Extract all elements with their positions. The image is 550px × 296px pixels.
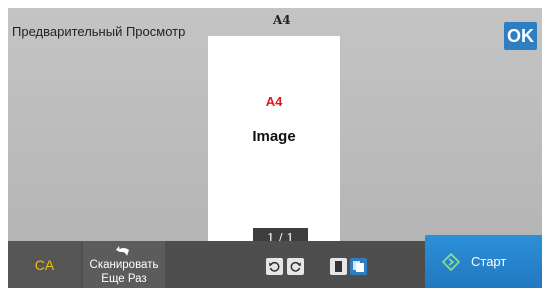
ca-button[interactable]: CA: [8, 241, 81, 288]
rotate-left-icon[interactable]: [266, 258, 283, 275]
diamond-start-icon: [441, 252, 461, 276]
page-type-text: Image: [252, 128, 296, 145]
multi-page-icon[interactable]: [350, 258, 367, 275]
start-label: Старт: [471, 254, 507, 269]
rescan-label-line1: Сканировать: [89, 259, 159, 271]
preview-page[interactable]: A4 Image: [208, 36, 340, 248]
rotate-right-icon[interactable]: [287, 258, 304, 275]
bottom-bar: CA Сканировать Еще Раз Старт: [8, 235, 542, 288]
rescan-button[interactable]: Сканировать Еще Раз: [83, 241, 165, 288]
preview-screen: Предварительный Просмотр OK A4 A4 Image …: [8, 8, 542, 288]
page-size-text: A4: [265, 94, 283, 109]
rescan-label-line2: Еще Раз: [101, 273, 147, 285]
start-button[interactable]: Старт: [425, 235, 542, 288]
paper-size-label: A4: [273, 13, 291, 27]
ok-button[interactable]: OK: [504, 22, 537, 50]
page-title: Предварительный Просмотр: [12, 24, 186, 39]
single-page-icon[interactable]: [330, 258, 347, 275]
